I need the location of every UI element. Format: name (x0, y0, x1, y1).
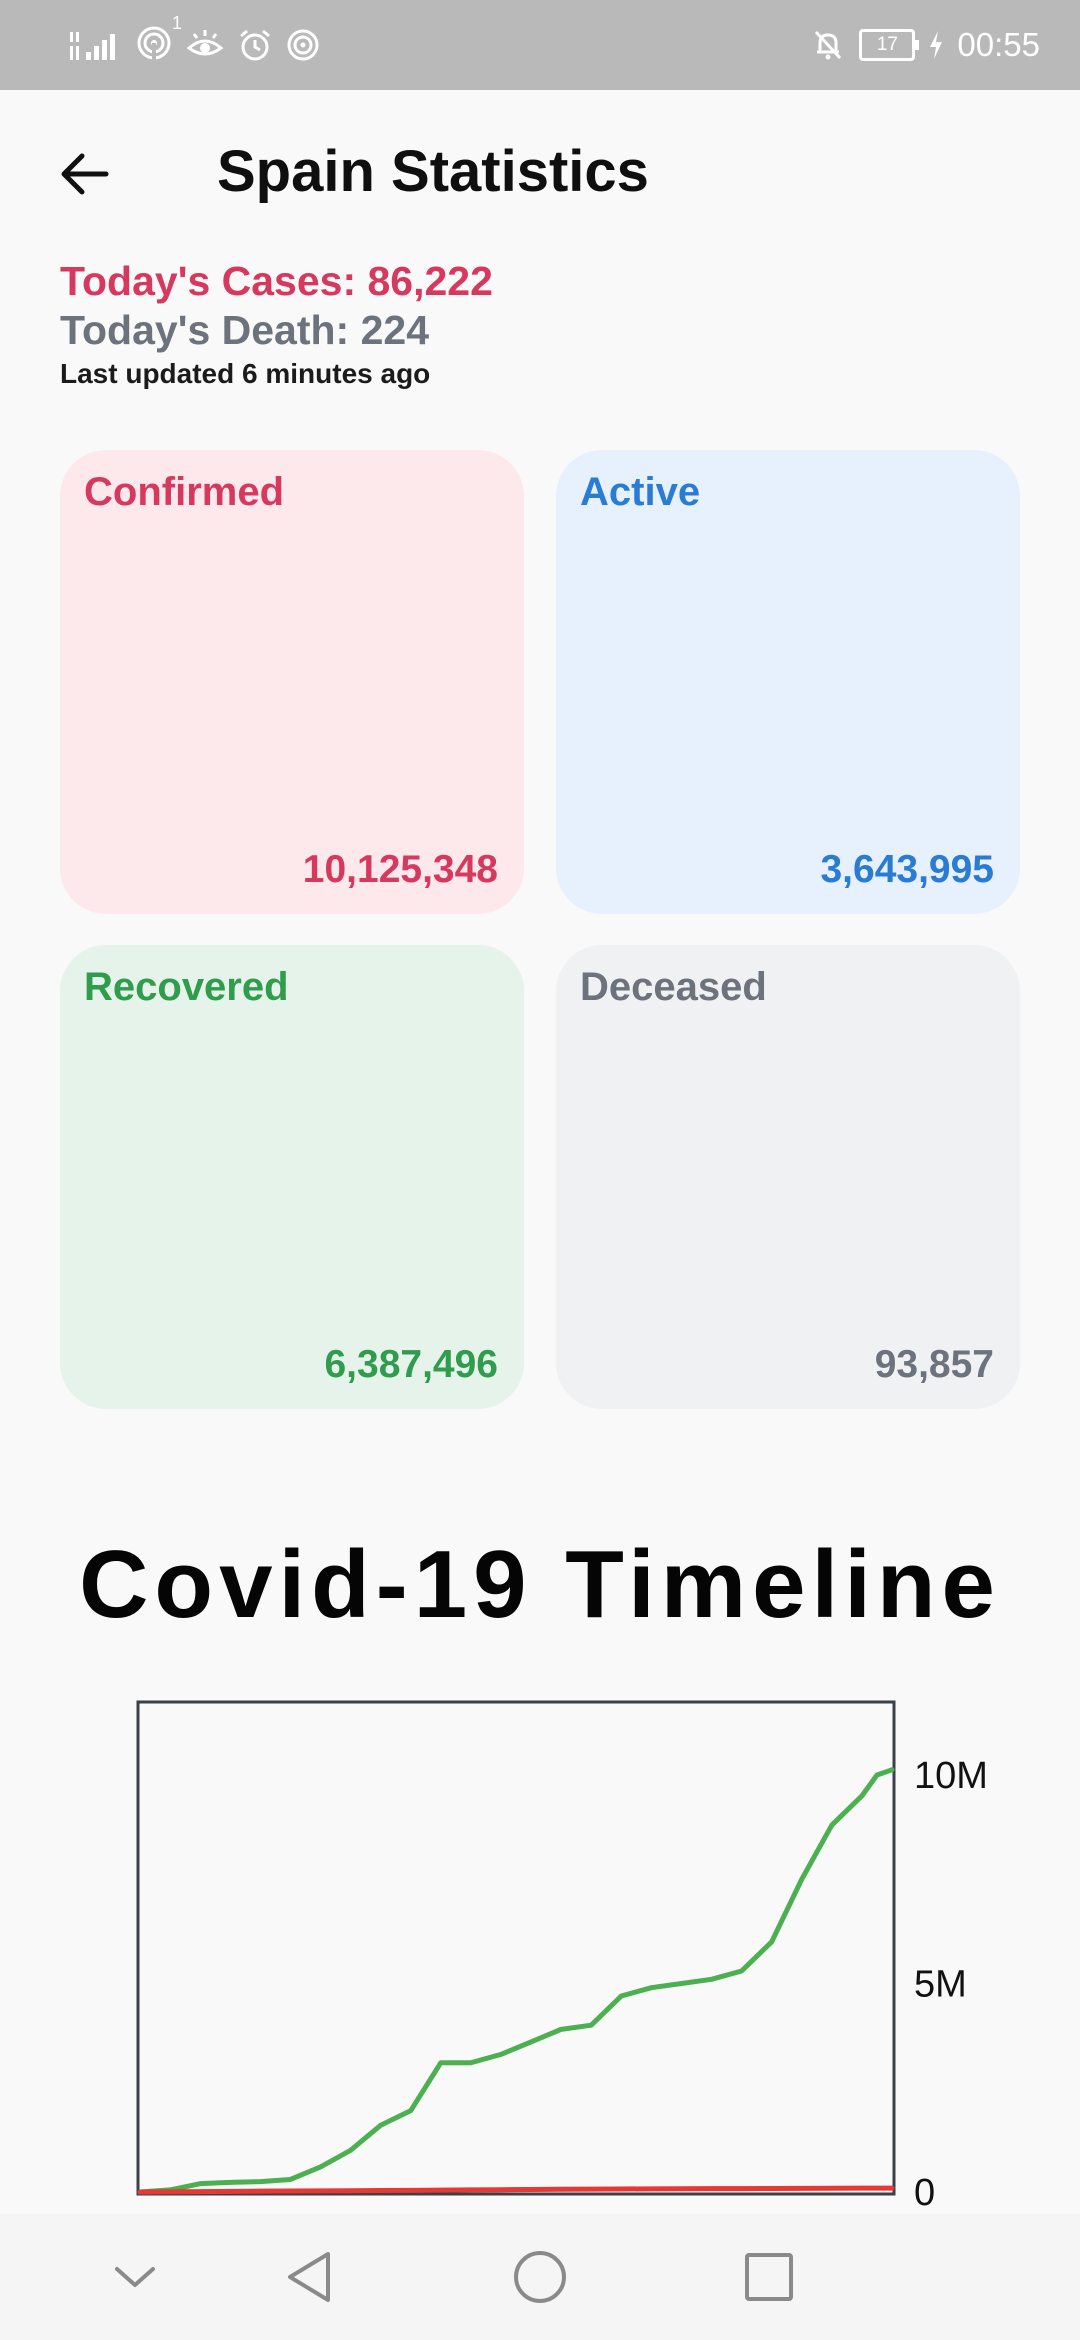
battery-level: 17 (876, 34, 898, 55)
recents-square-icon (745, 2253, 793, 2301)
status-bar: 1 17 00:55 (0, 0, 1080, 90)
status-time: 00:55 (957, 26, 1040, 63)
app-bar: Spain Statistics (0, 90, 1080, 260)
y-tick-label: 10M (914, 1755, 988, 1797)
battery-icon: 17 (859, 29, 920, 61)
recovered-value: 6,387,496 (324, 1343, 498, 1386)
eye-comfort-icon (186, 30, 224, 56)
timeline-title: Covid-19 Timeline (79, 1531, 1001, 1638)
confirmed-card[interactable]: Confirmed 10,125,348 (60, 450, 524, 914)
hotspot-count: 1 (171, 12, 182, 33)
status-icons-right: 17 00:55 (811, 22, 1040, 68)
last-updated: Last updated 6 minutes ago (60, 358, 431, 389)
deceased-card[interactable]: Deceased 93,857 (556, 945, 1020, 1409)
active-value: 3,643,995 (820, 848, 994, 891)
nav-hide-button[interactable] (90, 2234, 180, 2320)
nav-recents-button[interactable] (724, 2234, 814, 2320)
hotspot-indicator: 1 (136, 13, 182, 66)
todays-cases: Today's Cases: 86,222 (60, 258, 493, 304)
chart-plot-frame (136, 1700, 896, 2196)
page-title: Spain Statistics (217, 139, 649, 204)
confirmed-label: Confirmed (84, 470, 284, 514)
confirmed-value: 10,125,348 (302, 848, 498, 891)
nfc-icon (287, 29, 319, 61)
y-tick-label: 0 (914, 2172, 935, 2214)
charging-bolt-icon (930, 31, 943, 59)
series-line-red (137, 2185, 895, 2195)
timeline-chart: 0 5M 10M (136, 1700, 988, 2214)
nav-back-button[interactable] (264, 2234, 354, 2320)
y-tick-label: 5M (914, 1964, 967, 2006)
chart-y-ticks: 0 5M 10M (914, 1755, 988, 2214)
active-card[interactable]: Active 3,643,995 (556, 450, 1020, 914)
chevron-down-icon (115, 2267, 155, 2287)
series-line-green (137, 1767, 895, 2195)
status-icons-left: 1 (68, 13, 320, 68)
mute-bell-icon (815, 30, 842, 60)
recovered-label: Recovered (84, 965, 289, 1009)
active-label: Active (580, 470, 701, 514)
chart-series-group (137, 1767, 895, 2195)
hotspot-icon (137, 26, 171, 61)
today-summary: Today's Cases: 86,222 Today's Death: 224… (60, 256, 493, 394)
todays-death: Today's Death: 224 (60, 307, 429, 353)
deceased-value: 93,857 (874, 1343, 994, 1386)
nav-home-button[interactable] (495, 2234, 585, 2320)
back-triangle-icon (288, 2252, 330, 2302)
deceased-label: Deceased (580, 965, 767, 1009)
arrow-left-icon (61, 153, 109, 195)
home-circle-icon (514, 2251, 566, 2303)
alarm-icon (240, 29, 270, 61)
system-nav-bar (0, 2214, 1080, 2340)
recovered-card[interactable]: Recovered 6,387,496 (60, 945, 524, 1409)
signal-bars-icon (70, 32, 115, 60)
back-button[interactable] (52, 142, 116, 206)
